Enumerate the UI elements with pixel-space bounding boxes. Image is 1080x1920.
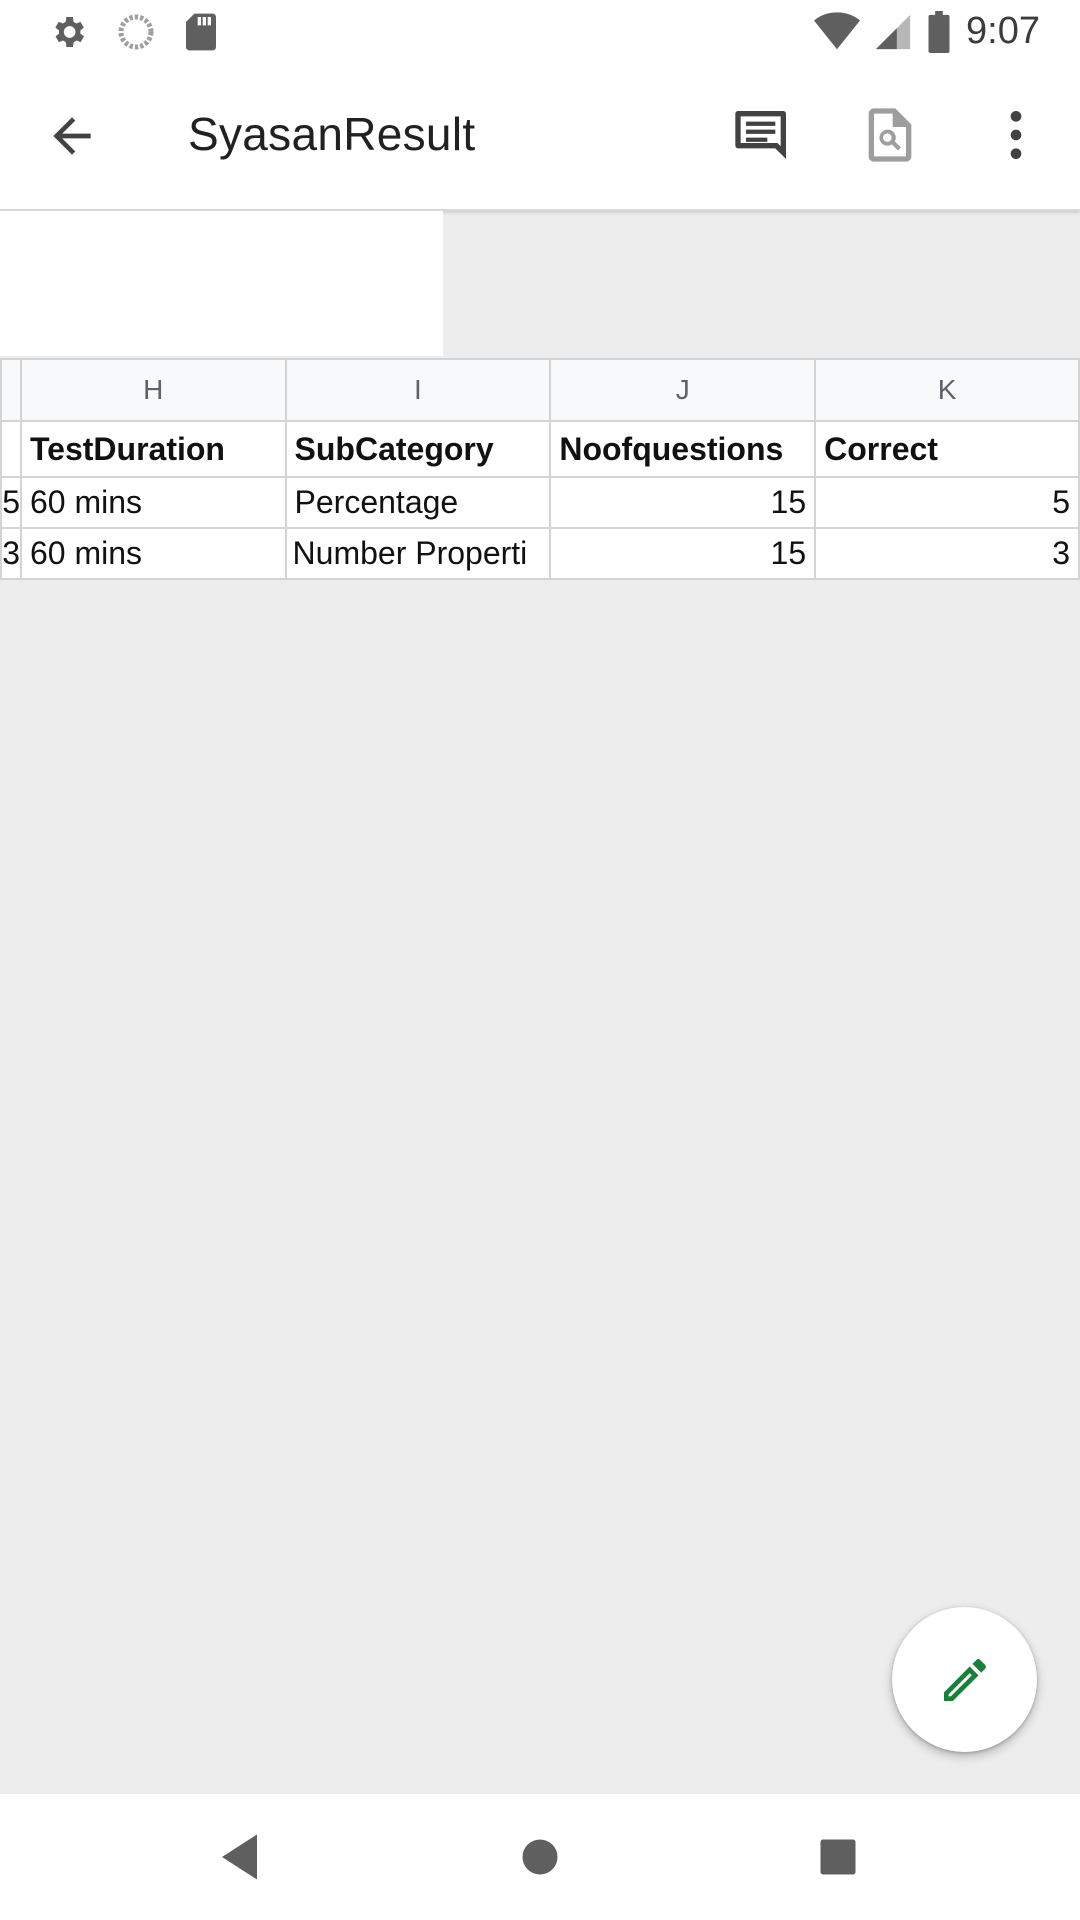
- cell[interactable]: 5: [814, 476, 1080, 529]
- cell[interactable]: SubCategory: [284, 420, 552, 478]
- cell[interactable]: 3: [814, 527, 1080, 580]
- more-options-icon[interactable]: [984, 103, 1048, 167]
- column-header-partial[interactable]: [0, 358, 22, 422]
- table-row: TestDuration SubCategory Noofquestions C…: [0, 420, 1080, 478]
- home-circle-icon[interactable]: [510, 1827, 570, 1887]
- recents-square-icon[interactable]: [808, 1827, 868, 1887]
- formula-area: [0, 211, 443, 356]
- status-bar: 9:07: [0, 0, 1080, 63]
- table-row: 3 60 mins Number Properti 15 3: [0, 527, 1080, 580]
- column-header-row: H I J K: [0, 358, 1080, 422]
- cell-partial[interactable]: 5: [0, 476, 22, 529]
- loading-icon: [118, 14, 154, 50]
- cell-partial[interactable]: [0, 420, 22, 478]
- cell-partial[interactable]: 3: [0, 527, 22, 580]
- battery-icon: [928, 10, 950, 53]
- document-title: SyasanResult: [188, 108, 476, 160]
- table-row: 5 60 mins Percentage 15 5: [0, 476, 1080, 529]
- signal-icon: [875, 14, 911, 49]
- clock: 9:07: [966, 10, 1040, 52]
- cell[interactable]: 15: [549, 527, 817, 580]
- edit-fab-button[interactable]: [892, 1607, 1037, 1752]
- cell[interactable]: 15: [549, 476, 817, 529]
- spreadsheet-grid: H I J K TestDuration SubCategory Noofque…: [0, 358, 1080, 580]
- column-header-j[interactable]: J: [549, 358, 817, 422]
- sd-card-icon: [186, 13, 216, 51]
- column-header-i[interactable]: I: [284, 358, 552, 422]
- cell[interactable]: Correct: [814, 420, 1080, 478]
- column-header-k[interactable]: K: [814, 358, 1080, 422]
- wifi-icon: [814, 11, 861, 49]
- app-bar: SyasanResult: [0, 63, 1080, 211]
- edit-pencil-icon: [943, 1658, 986, 1701]
- cell[interactable]: Noofquestions: [549, 420, 817, 478]
- settings-icon: [55, 17, 84, 47]
- comments-icon[interactable]: [730, 103, 794, 167]
- find-in-doc-icon[interactable]: [858, 103, 922, 167]
- cell[interactable]: 60 mins: [19, 476, 287, 529]
- cell[interactable]: 60 mins: [19, 527, 287, 580]
- system-nav-bar: [0, 1794, 1080, 1920]
- column-header-h[interactable]: H: [19, 358, 287, 422]
- cell[interactable]: Percentage: [284, 476, 552, 529]
- cell[interactable]: Number Properti: [284, 527, 552, 580]
- back-triangle-icon[interactable]: [212, 1827, 272, 1887]
- back-arrow-icon[interactable]: [44, 108, 100, 164]
- cell[interactable]: TestDuration: [19, 420, 287, 478]
- sheet-table: H I J K TestDuration SubCategory Noofque…: [0, 358, 1080, 580]
